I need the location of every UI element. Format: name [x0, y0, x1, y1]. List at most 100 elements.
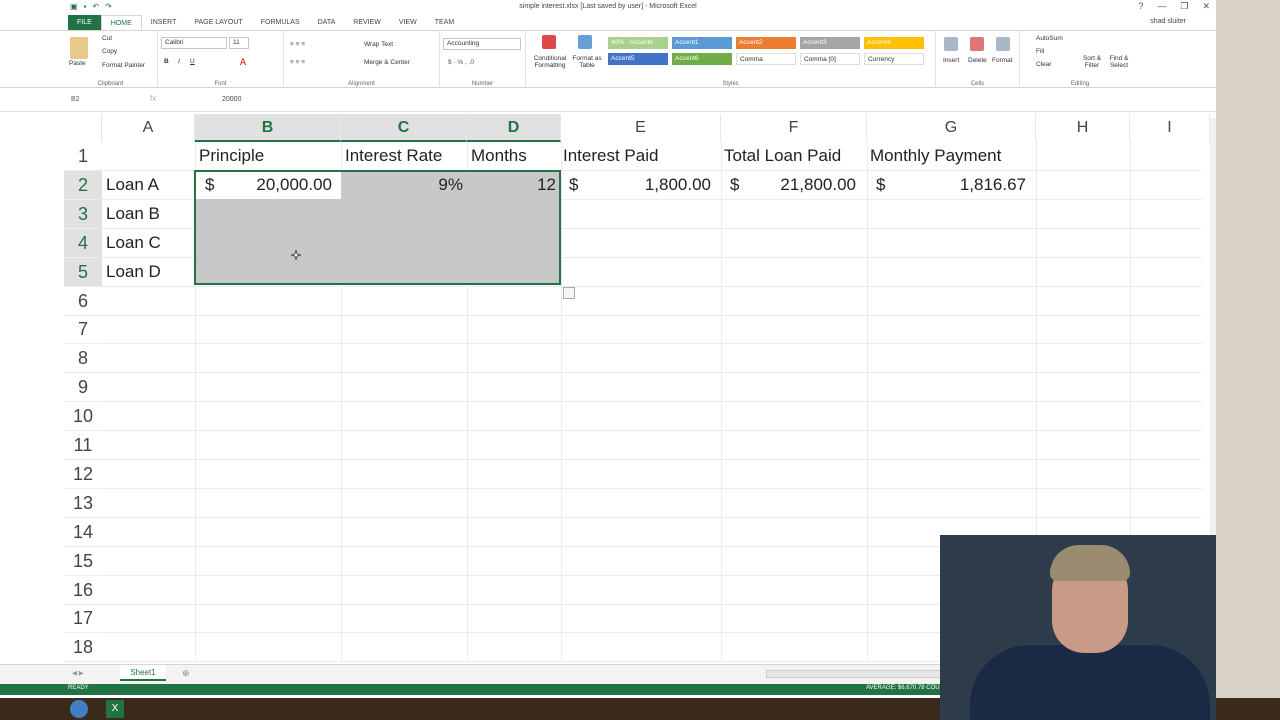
cell-style-comma[interactable]: Comma	[736, 53, 796, 65]
delete-cells-icon[interactable]	[970, 37, 984, 51]
row-header-9[interactable]: 9	[64, 373, 102, 403]
row-header-16[interactable]: 16	[64, 576, 102, 605]
add-sheet-icon[interactable]: ⊕	[182, 668, 190, 679]
format-as-table-icon[interactable]	[578, 35, 592, 49]
cell-a3[interactable]: Loan B	[106, 204, 160, 224]
cell-style-accent5[interactable]: Accent5	[608, 53, 668, 65]
cut-button[interactable]: Cut	[102, 35, 112, 42]
fill-button[interactable]: Fill	[1036, 48, 1044, 55]
autosum-button[interactable]: AutoSum	[1036, 35, 1063, 42]
cell-style-accent2[interactable]: Accent2	[736, 37, 796, 49]
format-painter-button[interactable]: Format Painter	[102, 62, 145, 69]
tab-page-layout[interactable]: PAGE LAYOUT	[185, 15, 251, 30]
cell-style-accent3[interactable]: Accent3	[800, 37, 860, 49]
row-header-2[interactable]: 2	[64, 170, 102, 200]
column-header-b[interactable]: B	[195, 114, 341, 142]
name-box[interactable]: B2	[68, 94, 128, 106]
underline-icon[interactable]: U	[190, 58, 195, 65]
column-header-i[interactable]: I	[1130, 114, 1210, 142]
tab-review[interactable]: REVIEW	[344, 15, 390, 30]
wrap-text-button[interactable]: Wrap Text	[364, 41, 393, 48]
cell-a4[interactable]: Loan C	[106, 233, 161, 253]
font-name-combo[interactable]: Calibri	[161, 37, 227, 49]
minimize-icon[interactable]: —	[1157, 1, 1166, 12]
formula-input[interactable]: 20000	[222, 94, 241, 106]
paste-button[interactable]: Paste	[69, 60, 86, 67]
tab-formulas[interactable]: FORMULAS	[252, 15, 309, 30]
cell-a5[interactable]: Loan D	[106, 262, 161, 282]
font-size-combo[interactable]: 11	[229, 37, 249, 49]
row-header-10[interactable]: 10	[64, 402, 102, 432]
start-icon[interactable]	[70, 700, 88, 718]
user-name[interactable]: shad sluiter	[1150, 18, 1186, 25]
bold-icon[interactable]: B	[164, 58, 169, 65]
cell-style-comma-0-[interactable]: Comma [0]	[800, 53, 860, 65]
column-header-f[interactable]: F	[721, 114, 867, 142]
cell-style-currency[interactable]: Currency	[864, 53, 924, 65]
column-header-g[interactable]: G	[867, 114, 1036, 142]
cell-g1[interactable]: Monthly Payment	[870, 146, 1001, 166]
row-header-11[interactable]: 11	[64, 431, 102, 460]
cell-c2[interactable]: 9%	[345, 175, 463, 195]
font-color-icon[interactable]: A	[240, 57, 246, 67]
row-header-4[interactable]: 4	[64, 228, 102, 258]
merge-center-button[interactable]: Merge & Center	[364, 59, 410, 66]
row-header-6[interactable]: 6	[64, 287, 102, 316]
delete-button[interactable]: Delete	[968, 57, 987, 64]
row-header-12[interactable]: 12	[64, 460, 102, 489]
row-header-15[interactable]: 15	[64, 547, 102, 576]
cell-e1[interactable]: Interest Paid	[563, 146, 658, 166]
insert-button[interactable]: Insert	[943, 57, 959, 64]
format-as-table-button[interactable]: Format as Table	[570, 55, 604, 69]
conditional-formatting-button[interactable]: Conditional Formatting	[530, 55, 570, 69]
row-header-5[interactable]: 5	[64, 257, 102, 287]
column-header-c[interactable]: C	[341, 114, 467, 142]
restore-icon[interactable]: ❐	[1180, 1, 1188, 12]
clear-button[interactable]: Clear	[1036, 61, 1052, 68]
italic-icon[interactable]: I	[178, 58, 180, 65]
cell-d2[interactable]: 12	[470, 175, 556, 195]
column-header-h[interactable]: H	[1036, 114, 1130, 142]
column-header-d[interactable]: D	[467, 114, 561, 142]
number-format-icons[interactable]: $ · % , .0	[448, 59, 474, 66]
tab-view[interactable]: VIEW	[390, 15, 426, 30]
sort-filter-button[interactable]: Sort & Filter	[1080, 55, 1104, 69]
cell-a2[interactable]: Loan A	[106, 175, 159, 195]
align-h-icons[interactable]: ≡ ≡ ≡	[290, 59, 305, 66]
row-header-7[interactable]: 7	[64, 315, 102, 345]
cell-style-accent6[interactable]: Accent6	[672, 53, 732, 65]
find-select-button[interactable]: Find & Select	[1106, 55, 1132, 69]
cell-f2[interactable]: 21,800.00	[740, 175, 856, 195]
sheet-tab-sheet1[interactable]: Sheet1	[120, 665, 166, 681]
align-icons[interactable]: ≡ ≡ ≡	[290, 41, 305, 48]
row-header-1[interactable]: 1	[64, 142, 102, 171]
row-header-8[interactable]: 8	[64, 344, 102, 374]
paste-icon[interactable]	[70, 37, 88, 59]
close-icon[interactable]: ✕	[1202, 1, 1210, 12]
excel-taskbar-icon[interactable]: X	[106, 700, 124, 718]
cell-style-40-accent6[interactable]: 40% - Accent6	[608, 37, 668, 49]
cell-f1[interactable]: Total Loan Paid	[724, 146, 841, 166]
tab-insert[interactable]: INSERT	[142, 15, 186, 30]
cell-d1[interactable]: Months	[471, 146, 527, 166]
format-button[interactable]: Format	[992, 57, 1013, 64]
cell-style-accent1[interactable]: Accent1	[672, 37, 732, 49]
help-icon[interactable]: ?	[1138, 1, 1143, 12]
sheet-nav-icons[interactable]: ◀ ▶	[72, 669, 84, 677]
tab-team[interactable]: TEAM	[426, 15, 463, 30]
quick-analysis-icon[interactable]	[563, 287, 575, 299]
cell-b1[interactable]: Principle	[199, 146, 264, 166]
cell-style-accent4[interactable]: Accent4	[864, 37, 924, 49]
select-all-corner[interactable]	[64, 114, 102, 142]
insert-cells-icon[interactable]	[944, 37, 958, 51]
cell-g2[interactable]: 1,816.67	[890, 175, 1026, 195]
tab-home[interactable]: HOME	[100, 15, 142, 30]
conditional-formatting-icon[interactable]	[542, 35, 556, 49]
row-header-14[interactable]: 14	[64, 518, 102, 547]
number-format-combo[interactable]: Accounting	[443, 38, 521, 50]
format-cells-icon[interactable]	[996, 37, 1010, 51]
column-header-e[interactable]: E	[561, 114, 721, 142]
copy-button[interactable]: Copy	[102, 48, 117, 55]
cell-e2[interactable]: 1,800.00	[580, 175, 711, 195]
row-header-18[interactable]: 18	[64, 633, 102, 663]
